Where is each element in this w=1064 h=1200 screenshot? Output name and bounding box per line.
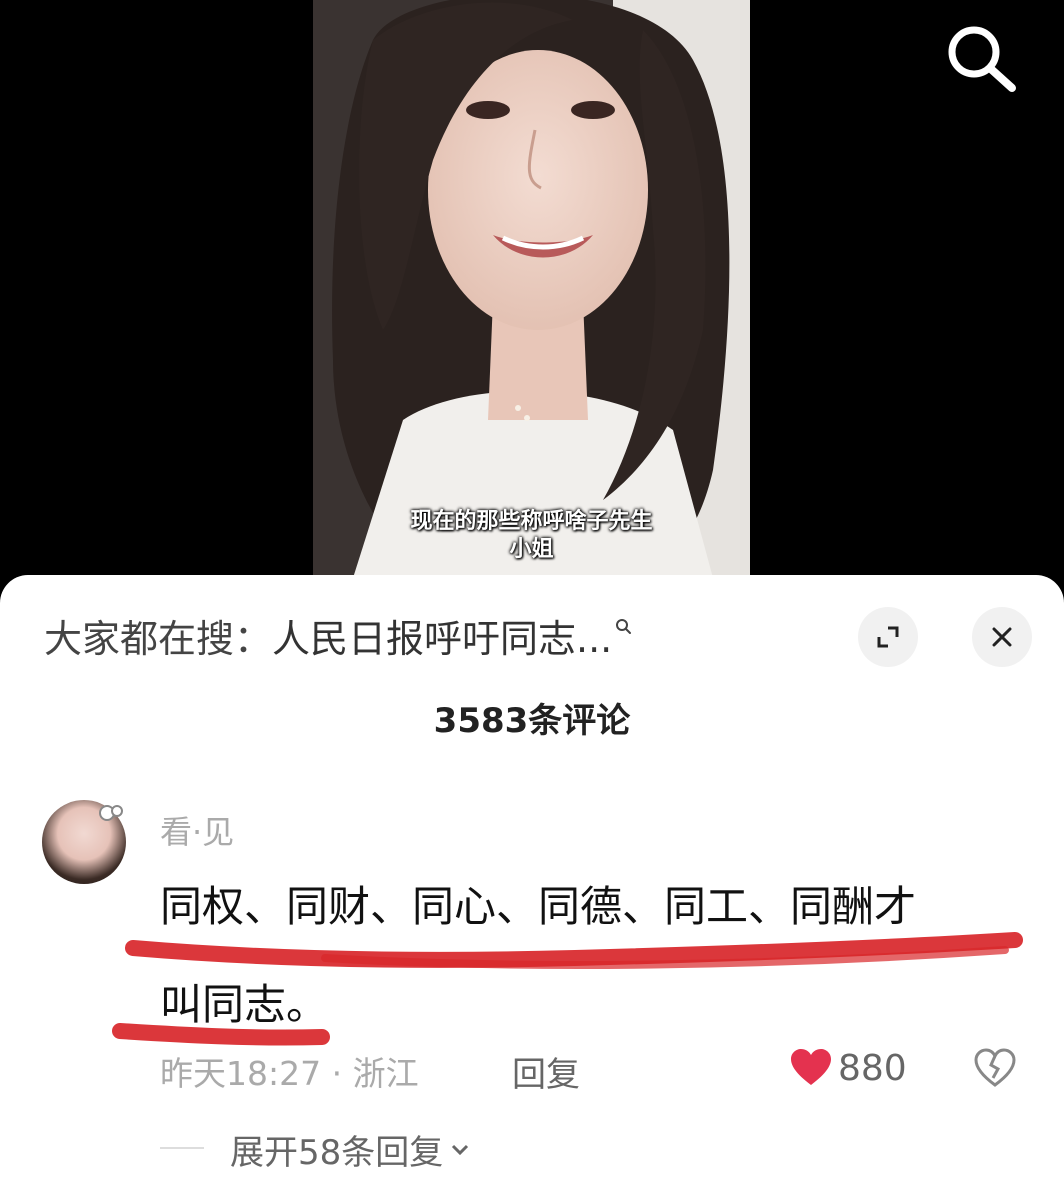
subtitle-line-1: 现在的那些称呼啥子先生 [410,509,653,534]
close-icon [992,627,1012,647]
expand-icon [877,626,899,648]
comment-count-title: 3583条评论 [433,701,631,741]
trending-prefix: 大家都在搜： [44,616,273,661]
replies-divider [160,1147,204,1149]
expand-replies-label: 展开58条回复 [230,1133,444,1173]
avatar-badge-icon [99,805,123,821]
comment-username[interactable]: 看·见 [160,807,234,853]
video-frame[interactable]: 现在的那些称呼啥子先生 小姐 [313,0,750,578]
search-button[interactable] [938,18,1028,98]
video-player[interactable]: 现在的那些称呼啥子先生 小姐 [0,0,1064,600]
search-icon [616,619,632,634]
comment-sheet: 大家都在搜： 人民日报呼吁同志... 3583条评论 看·见 同权、同财、同心、… [0,575,1064,1200]
like-count: 880 [838,1047,907,1089]
search-icon [948,26,1016,92]
close-button[interactable] [972,607,1032,667]
trending-search-bar[interactable]: 大家都在搜： 人民日报呼吁同志... [44,605,634,665]
chevron-down-icon [452,1144,469,1155]
video-portrait [313,0,750,578]
comment-meta: 昨天18:27 · 浙江 [160,1054,419,1093]
heart-icon [791,1049,831,1085]
subtitle-line-2: 小姐 [509,537,554,562]
expand-button[interactable] [858,607,918,667]
like-button[interactable]: 880 [790,1045,907,1091]
video-subtitle: 现在的那些称呼啥子先生 小姐 [313,508,750,564]
broken-heart-icon [974,1048,1016,1087]
reply-button[interactable]: 回复 [512,1047,580,1096]
expand-replies-button[interactable]: 展开58条回复 [230,1125,473,1174]
trending-query-link[interactable]: 人民日报呼吁同志... [272,608,612,663]
dislike-button[interactable] [972,1045,1018,1091]
